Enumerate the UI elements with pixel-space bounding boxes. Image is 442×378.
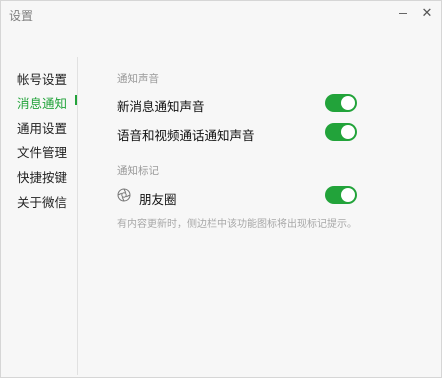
settings-window: 设置 ✕ 帐号设置 消息通知 通用设置 文件管理 快捷按键 关于微信 通知声音 …	[0, 0, 442, 378]
sidebar-item-about[interactable]: 关于微信	[17, 192, 67, 211]
new-message-sound-toggle[interactable]	[325, 94, 357, 112]
call-sound-toggle[interactable]	[325, 123, 357, 141]
active-item-indicator	[75, 95, 77, 105]
close-button[interactable]: ✕	[416, 3, 438, 23]
window-title: 设置	[9, 9, 34, 23]
call-sound-label: 语音和视频通话通知声音	[117, 128, 255, 143]
new-message-sound-label: 新消息通知声音	[117, 99, 205, 114]
moments-icon	[117, 188, 131, 202]
toggle-knob	[341, 188, 355, 202]
sidebar-item-notifications[interactable]: 消息通知	[17, 93, 67, 112]
sidebar-item-general[interactable]: 通用设置	[17, 118, 67, 137]
sound-section-header: 通知声音	[117, 73, 159, 85]
notification-settings-panel: 通知声音 新消息通知声音 语音和视频通话通知声音 通知标记 朋友圈 有内容更新时…	[117, 1, 417, 377]
badge-hint-text: 有内容更新时，侧边栏中该功能图标将出现标记提示。	[117, 219, 357, 230]
moments-badge-toggle[interactable]	[325, 186, 357, 204]
badge-section-header: 通知标记	[117, 165, 159, 177]
toggle-knob	[341, 125, 355, 139]
close-icon: ✕	[421, 5, 433, 21]
moments-label: 朋友圈	[139, 192, 177, 207]
settings-sidebar: 帐号设置 消息通知 通用设置 文件管理 快捷按键 关于微信	[1, 57, 78, 375]
toggle-knob	[341, 96, 355, 110]
sidebar-item-account[interactable]: 帐号设置	[17, 69, 67, 88]
sidebar-item-shortcuts[interactable]: 快捷按键	[17, 167, 67, 186]
sidebar-item-files[interactable]: 文件管理	[17, 142, 67, 161]
